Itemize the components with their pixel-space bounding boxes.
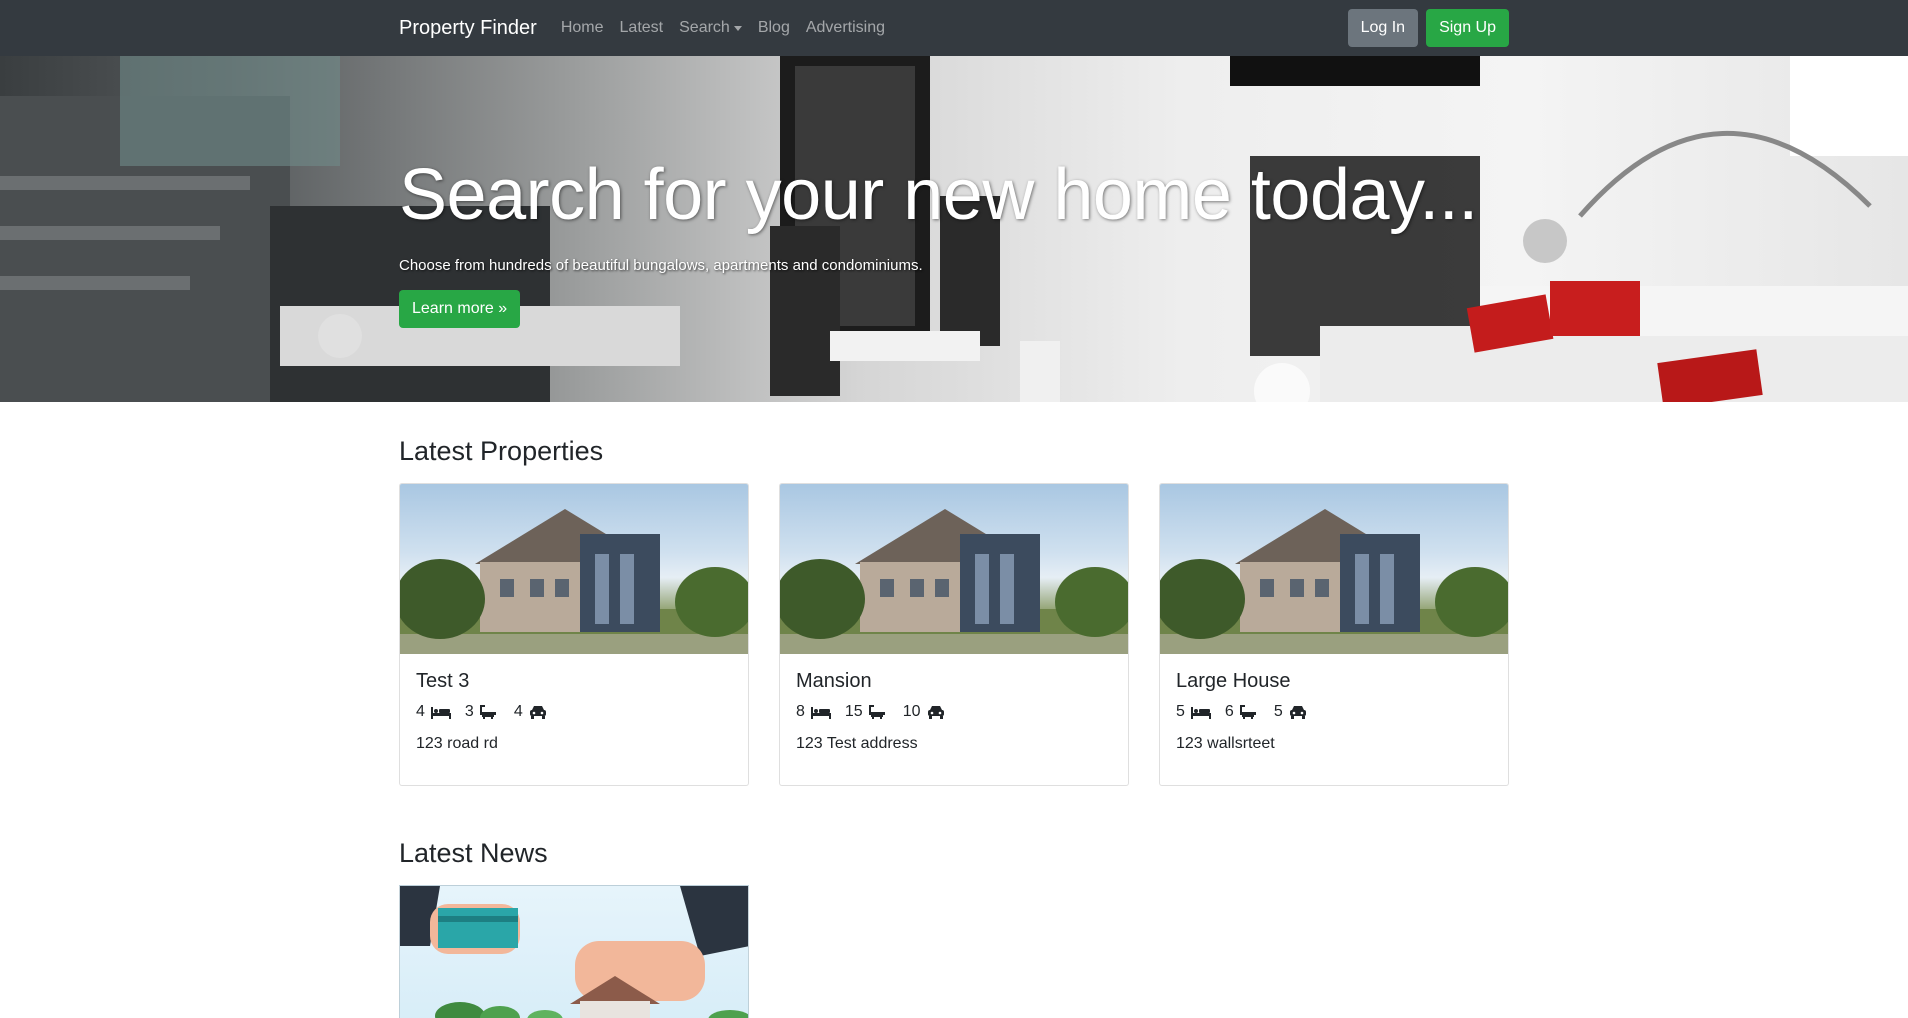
property-address: 123 wallsrteet: [1176, 735, 1275, 752]
nav-search-label: Search: [679, 19, 730, 36]
nav-blog[interactable]: Blog: [750, 19, 798, 37]
latest-news-heading: Latest News: [399, 838, 548, 868]
property-card[interactable]: Mansion 8 15 10 123 Test address: [779, 483, 1129, 786]
bath-icon: [868, 705, 889, 719]
hero-banner: Search for your new home today... Choose…: [0, 56, 1908, 402]
auth-buttons: Log In Sign Up: [1347, 9, 1509, 47]
car-icon: [529, 705, 549, 719]
bath-icon: [1239, 705, 1260, 719]
property-card[interactable]: Large House 5 6 5 123 wallsrteet: [1159, 483, 1509, 786]
property-features: 4 3 4: [416, 703, 732, 721]
property-card[interactable]: Test 3 4 3 4 123 road rd: [399, 483, 749, 786]
garage-count: 5: [1273, 703, 1283, 720]
property-cards: Test 3 4 3 4 123 road rd Mansion 8 15 10…: [399, 483, 1509, 786]
property-image[interactable]: [780, 484, 1128, 654]
nav-links: Home Latest Search Blog Advertising: [553, 19, 893, 37]
bed-count: 5: [1176, 703, 1185, 720]
bath-count: 15: [844, 703, 863, 720]
bed-count: 8: [796, 703, 805, 720]
signup-button[interactable]: Sign Up: [1426, 9, 1509, 47]
latest-properties-heading: Latest Properties: [399, 436, 604, 466]
property-features: 5 6 5: [1176, 703, 1492, 721]
property-features: 8 15 10: [796, 703, 1112, 721]
caret-down-icon: [733, 25, 742, 31]
car-icon: [927, 705, 947, 719]
garage-count: 4: [513, 703, 523, 720]
nav-home[interactable]: Home: [553, 19, 612, 37]
property-image[interactable]: [1160, 484, 1508, 654]
property-address: 123 road rd: [416, 735, 498, 752]
property-image[interactable]: [400, 484, 748, 654]
login-button[interactable]: Log In: [1347, 9, 1419, 47]
bath-count: 3: [464, 703, 474, 720]
property-title[interactable]: Test 3: [416, 670, 732, 693]
learn-more-button[interactable]: Learn more »: [399, 290, 521, 329]
nav-latest[interactable]: Latest: [612, 19, 672, 37]
property-address: 123 Test address: [796, 735, 918, 752]
property-title[interactable]: Large House: [1176, 670, 1492, 693]
main-content: Latest Properties Test 3 4 3 4 123 road …: [399, 436, 1509, 1018]
property-title[interactable]: Mansion: [796, 670, 1112, 693]
navbar: Property Finder Home Latest Search Blog …: [0, 0, 1908, 56]
garage-count: 10: [902, 703, 921, 720]
news-card-image[interactable]: [399, 885, 749, 1018]
car-icon: [1289, 705, 1309, 719]
nav-search-dropdown[interactable]: Search: [671, 19, 750, 37]
bath-icon: [479, 705, 500, 719]
brand-link[interactable]: Property Finder: [399, 17, 537, 40]
hero-subtitle: Choose from hundreds of beautiful bungal…: [399, 257, 923, 275]
bed-icon: [810, 705, 831, 719]
nav-advertising[interactable]: Advertising: [798, 19, 893, 37]
bed-icon: [1190, 705, 1211, 719]
bed-count: 4: [416, 703, 425, 720]
bed-icon: [430, 705, 451, 719]
hero-title: Search for your new home today...: [399, 155, 1478, 235]
bath-count: 6: [1224, 703, 1234, 720]
